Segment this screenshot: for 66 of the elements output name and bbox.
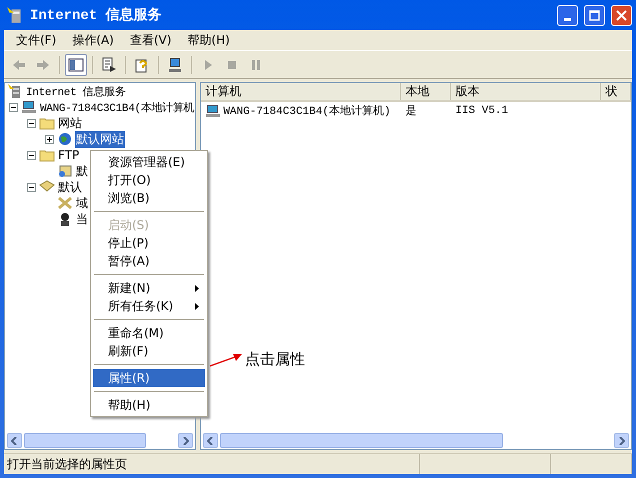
arrow-icon <box>209 352 243 368</box>
tree-icon <box>68 56 84 72</box>
scroll-right-button[interactable] <box>178 433 194 448</box>
table-cell: WANG-7184C3C1B4(本地计算机) <box>201 102 402 118</box>
scroll-left-button[interactable] <box>7 433 22 448</box>
computer-icon <box>167 56 183 72</box>
context-menu-item[interactable]: 停止(P) <box>93 234 205 252</box>
minimize-icon <box>564 18 571 20</box>
chevron-left-icon <box>207 436 214 444</box>
tree-item[interactable]: Internet 信息服务 <box>25 84 127 98</box>
scrollbar-thumb[interactable] <box>220 433 503 448</box>
tree-item[interactable]: 默 <box>75 162 89 180</box>
globe-icon <box>57 131 73 147</box>
menu-item[interactable]: 操作(A) <box>64 30 122 50</box>
chevron-right-icon <box>182 436 190 444</box>
scroll-left-button[interactable] <box>203 433 218 448</box>
context-menu-item[interactable]: 重命名(M) <box>93 324 205 342</box>
maximize-icon <box>589 10 600 20</box>
context-menu-item[interactable]: 属性(R) <box>93 369 205 387</box>
computer-icon <box>205 102 222 118</box>
tree-item[interactable]: 域 <box>75 194 89 212</box>
collapse-toggle[interactable] <box>27 118 36 128</box>
maximize-button[interactable] <box>584 4 605 26</box>
context-menu-item[interactable]: 新建(N) <box>93 279 205 297</box>
export-icon <box>101 56 117 72</box>
tree-item[interactable]: 默认网站 <box>75 130 125 148</box>
collapse-toggle[interactable] <box>27 150 36 160</box>
tree-item[interactable]: 网站 <box>57 114 83 132</box>
help-icon <box>134 56 150 72</box>
context-menu-item[interactable]: 刷新(F) <box>93 342 205 360</box>
chevron-right-icon <box>618 436 626 444</box>
context-menu-item[interactable]: 所有任务(K) <box>93 297 205 315</box>
annotation-text: 点击属性 <box>245 350 305 369</box>
menu-item[interactable]: 查看(V) <box>122 30 180 50</box>
scrollbar-thumb[interactable] <box>24 433 146 448</box>
status-text: 打开当前选择的属性页 <box>4 454 420 474</box>
chevron-left-icon <box>11 436 18 444</box>
submenu-arrow-icon <box>195 284 199 292</box>
submenu-arrow-icon <box>195 302 199 310</box>
tree-item[interactable]: 当 <box>75 210 89 228</box>
tree-item[interactable]: FTP <box>57 148 80 162</box>
scroll-right-button[interactable] <box>614 433 630 448</box>
context-menu-item[interactable]: 浏览(B) <box>93 189 205 207</box>
expand-toggle[interactable] <box>45 134 54 144</box>
window-title: Internet 信息服务 <box>30 6 163 24</box>
minimize-button[interactable] <box>557 4 578 26</box>
column-header[interactable]: 状 <box>601 83 632 100</box>
computer-icon <box>21 99 37 115</box>
tree-item[interactable]: WANG-7184C3C1B4(本地计算机 <box>39 100 196 114</box>
close-icon <box>616 10 627 20</box>
table-cell-text: IIS V5.1 <box>454 104 510 116</box>
table-cell-text: 是 <box>404 104 418 118</box>
context-menu-item[interactable]: 暂停(A) <box>93 252 205 270</box>
column-header[interactable]: 本地 <box>401 83 452 100</box>
close-button[interactable] <box>611 4 632 26</box>
collapse-toggle[interactable] <box>9 102 18 112</box>
collapse-toggle[interactable] <box>27 182 36 192</box>
tree-item[interactable]: 默认 <box>57 178 83 196</box>
console-tree-button[interactable] <box>65 54 87 76</box>
column-header[interactable]: 版本 <box>451 83 602 100</box>
context-menu-item[interactable]: 帮助(H) <box>93 396 205 414</box>
context-menu-item[interactable]: 打开(O) <box>93 171 205 189</box>
menu-item[interactable]: 帮助(H) <box>179 30 238 50</box>
menu-item[interactable]: 文件(F) <box>8 30 64 50</box>
column-header[interactable]: 计算机 <box>201 83 402 100</box>
context-menu-item[interactable]: 资源管理器(E) <box>93 153 205 171</box>
